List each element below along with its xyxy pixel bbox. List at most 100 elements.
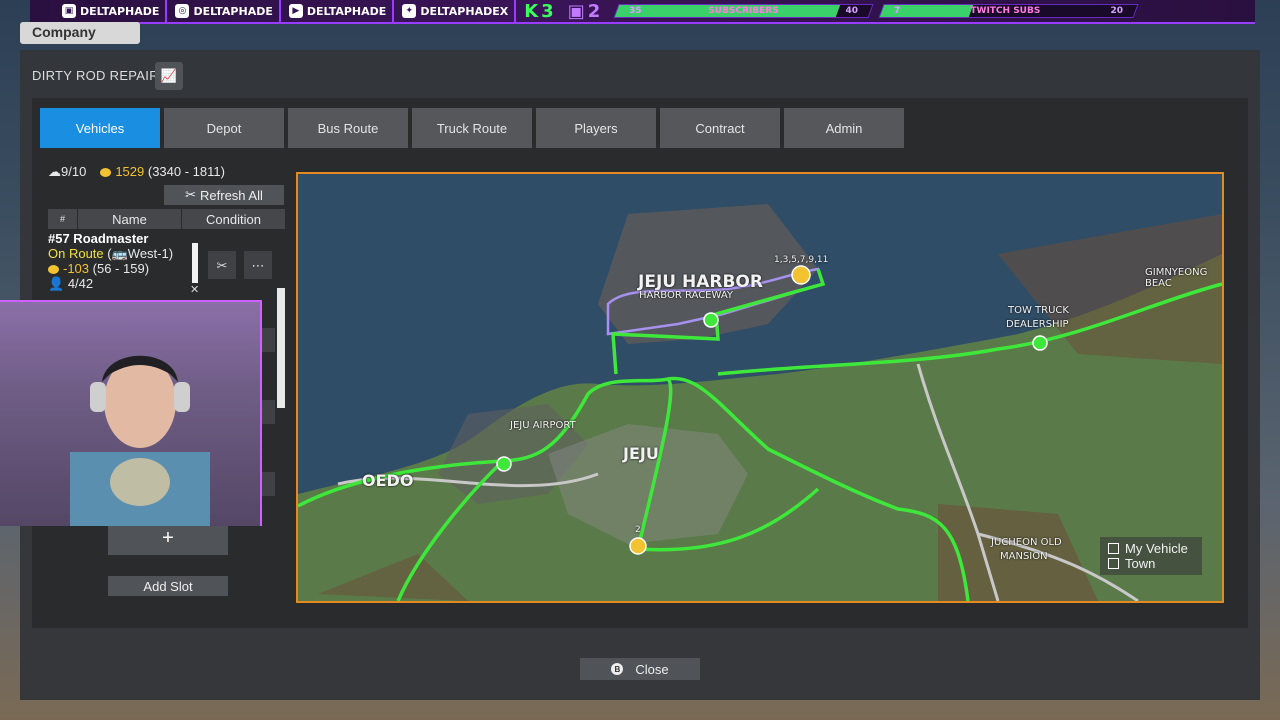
twitch-icon: ▣ xyxy=(567,0,585,22)
social-youtube: ▶ DELTAPHADE xyxy=(283,0,395,22)
condition-bar xyxy=(192,243,198,283)
tab-players[interactable]: Players xyxy=(536,108,656,148)
tab-depot[interactable]: Depot xyxy=(164,108,284,148)
legend-my-vehicle[interactable]: My Vehicle xyxy=(1108,541,1194,556)
subscribers-goal-bar: 35 SUBSCRIBERS 40 xyxy=(613,4,874,18)
vehicle-passengers: 4/42 xyxy=(67,276,94,291)
tab-vehicles[interactable]: Vehicles xyxy=(40,108,160,148)
map-label-oedo: OEDO xyxy=(362,471,414,490)
close-button[interactable]: B Close xyxy=(580,658,700,680)
kick-icon: K xyxy=(524,0,539,22)
social-twitter: ✦ DELTAPHADEX xyxy=(396,0,517,22)
company-stats: ☁9/10 1529 (3340 - 1811) xyxy=(48,164,225,180)
tab-contract[interactable]: Contract xyxy=(660,108,780,148)
tab-truck-route[interactable]: Truck Route xyxy=(412,108,532,148)
stream-overlay-bar: ▣ DELTAPHADE ◎ DELTAPHADE ▶ DELTAPHADE ✦ DEL… xyxy=(30,0,1255,24)
streamer-avatar xyxy=(70,355,210,526)
header-number: # xyxy=(48,209,78,229)
social-twitch: ▣ DELTAPHADE xyxy=(56,0,168,22)
twitch-count: 2 xyxy=(587,0,601,22)
vehicle-money-line: -103 (56 - 159) xyxy=(48,261,274,276)
money-value: 1529 xyxy=(115,164,145,179)
map-label-jeju-airport: JEJU AIRPORT xyxy=(510,420,576,431)
webcam-overlay xyxy=(0,300,262,526)
vehicle-count: ☁9/10 xyxy=(48,164,86,180)
social-handle: DELTAPHADEX xyxy=(420,4,509,18)
social-handle: DELTAPHADE xyxy=(306,4,387,18)
vehicle-status: On Route xyxy=(48,246,104,261)
vehicle-row[interactable]: #57 Roadmaster On Route (🚌West-1) -103 (… xyxy=(48,231,274,296)
social-instagram: ◎ DELTAPHADE xyxy=(169,0,281,22)
vehicle-table-header: # Name Condition xyxy=(48,209,286,229)
legend-label: My Vehicle xyxy=(1125,541,1188,556)
vehicle-route: (🚌West-1) xyxy=(107,246,174,261)
twitch-icon: ▣ xyxy=(62,4,76,18)
map-label-gimnyeong-beach: GIMNYEONG BEAC xyxy=(1145,267,1208,289)
social-handle: DELTAPHADE xyxy=(193,4,273,18)
map-label-dealership: DEALERSHIP xyxy=(1006,319,1069,330)
tools-icon: ✂ xyxy=(185,187,197,202)
person-icon: 👤 xyxy=(48,276,65,291)
vehicle-status-line: On Route (🚌West-1) xyxy=(48,246,274,261)
twitch-counter: ▣ 2 xyxy=(562,1,607,22)
refresh-all-button[interactable]: ✂ Refresh All xyxy=(164,185,284,205)
twitch-subs-goal-bar: 7 TWITCH SUBS 20 xyxy=(878,4,1139,18)
map-label-tow-truck: TOW TRUCK xyxy=(1008,305,1069,316)
goal-current: 7 xyxy=(894,6,901,16)
close-label: Close xyxy=(635,661,669,677)
kick-count: 3 xyxy=(541,0,554,22)
vehicle-passengers-line: 👤 4/42 xyxy=(48,276,274,291)
vehicle-name: #57 Roadmaster xyxy=(48,231,149,246)
refresh-all-label: Refresh All xyxy=(200,187,263,203)
company-money: 1529 (3340 - 1811) xyxy=(100,164,225,180)
goal-label: SUBSCRIBERS xyxy=(708,6,779,16)
checkbox-town[interactable] xyxy=(1108,558,1119,569)
money-range: (3340 - 1811) xyxy=(147,164,225,179)
map-canvas xyxy=(298,174,1222,601)
stats-chart-button[interactable]: 📈 xyxy=(155,62,183,90)
ellipsis-icon: ⋯ xyxy=(251,257,265,273)
vehicle-money: -103 xyxy=(63,261,90,276)
map-label-jucheon-old: JUCHEON OLD xyxy=(991,537,1062,548)
chart-icon: 📈 xyxy=(160,68,178,83)
goal-current: 35 xyxy=(629,6,642,16)
coin-icon xyxy=(100,168,112,178)
goal-target: 20 xyxy=(1110,6,1124,16)
company-tab[interactable]: Company xyxy=(20,22,140,44)
map-label-mansion: MANSION xyxy=(1000,551,1048,562)
map-label-jeju: JEJU xyxy=(623,444,659,463)
tab-bus-route[interactable]: Bus Route xyxy=(288,108,408,148)
vehicle-list-scrollbar[interactable] xyxy=(277,288,285,408)
goal-target: 40 xyxy=(845,6,859,16)
repair-button[interactable]: ✂ xyxy=(208,251,236,279)
vehicle-money-range: (56 - 159) xyxy=(92,261,150,276)
company-name: DIRTY ROD REPAIR xyxy=(32,68,159,83)
instagram-icon: ◎ xyxy=(175,4,190,18)
header-name[interactable]: Name xyxy=(78,209,182,229)
map-legend: My Vehicle Town xyxy=(1100,537,1202,575)
add-slot-button[interactable]: Add Slot xyxy=(108,576,228,596)
map-stop-ids: 1,3,5,7,9,11 xyxy=(774,255,829,265)
route-map[interactable]: JEJU HARBOR HARBOR RACEWAY 1,3,5,7,9,11 … xyxy=(296,172,1224,603)
social-handle: DELTAPHADE xyxy=(80,4,160,18)
more-options-button[interactable]: ⋯ xyxy=(244,251,272,279)
legend-town[interactable]: Town xyxy=(1108,556,1194,571)
car-icon: ☁ xyxy=(48,164,61,179)
kick-counter: K3 xyxy=(518,1,559,22)
b-key-icon: B xyxy=(611,663,624,675)
goal-label: TWITCH SUBS xyxy=(970,6,1041,16)
tab-bar: Vehicles Depot Bus Route Truck Route Pla… xyxy=(40,108,904,148)
tab-admin[interactable]: Admin xyxy=(784,108,904,148)
checkbox-my-vehicle[interactable] xyxy=(1108,543,1119,554)
coin-icon xyxy=(48,265,59,275)
condition-x-icon: ✕ xyxy=(190,284,200,296)
legend-label: Town xyxy=(1125,556,1156,571)
vehicle-count-value: 9/10 xyxy=(61,164,87,179)
map-label-jeju-harbor: JEJU HARBOR xyxy=(638,272,763,292)
map-stop-2: 2 xyxy=(635,525,641,535)
wrench-icon: ✂ xyxy=(216,257,228,273)
youtube-icon: ▶ xyxy=(288,4,303,18)
add-vehicle-button[interactable]: + xyxy=(108,521,228,555)
header-condition[interactable]: Condition xyxy=(182,209,286,229)
map-label-harbor-raceway: HARBOR RACEWAY xyxy=(639,290,734,301)
